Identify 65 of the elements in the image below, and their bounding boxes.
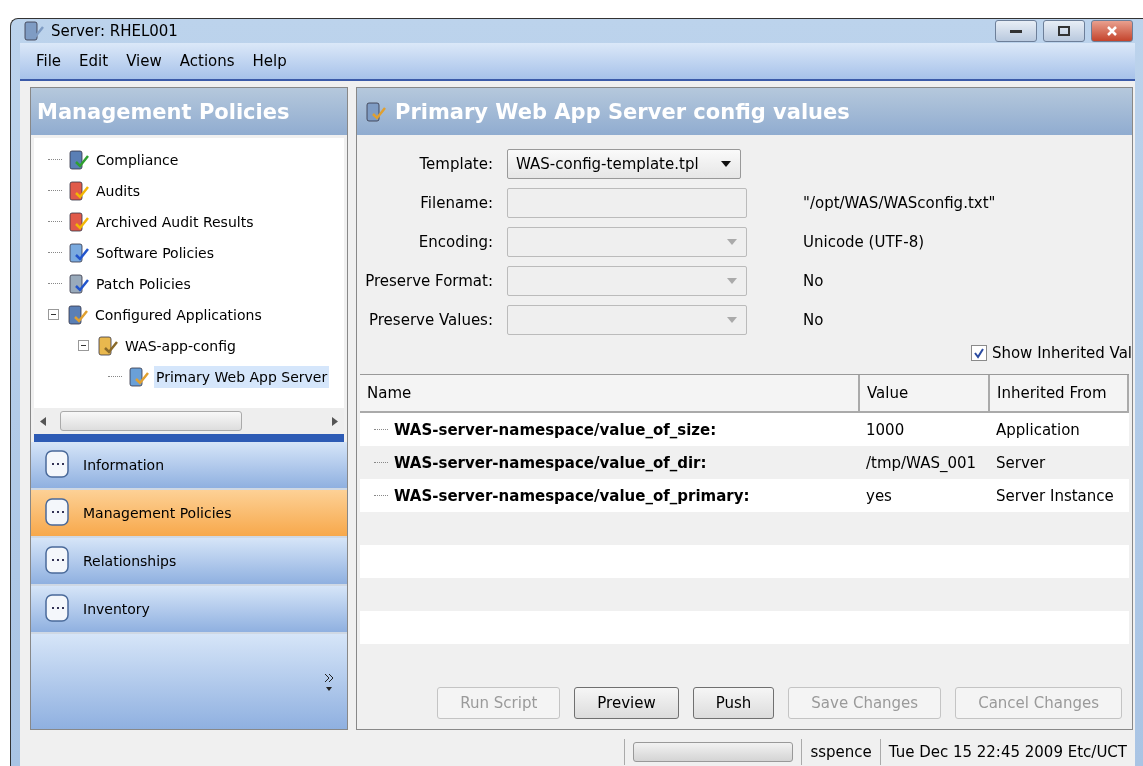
menu-item[interactable]: Actions xyxy=(173,50,241,72)
window-title: Server: RHEL001 xyxy=(51,22,179,40)
table-cell-text: yes xyxy=(865,485,893,507)
nav-button[interactable]: Management Policies xyxy=(31,490,347,538)
horizontal-scrollbar[interactable] xyxy=(34,408,344,434)
column-header[interactable]: Inherited From xyxy=(990,375,1129,411)
menu-item[interactable]: View xyxy=(120,50,168,72)
menu-item[interactable]: Help xyxy=(246,50,293,72)
dropdown-arrow-icon xyxy=(726,316,738,324)
field-value: No xyxy=(803,311,825,329)
dropdown-arrow-icon xyxy=(726,277,738,285)
field-label: Preserve Format: xyxy=(364,272,494,290)
table-cell-text: Server xyxy=(995,452,1047,474)
nav-button[interactable]: Inventory xyxy=(31,586,347,634)
tree-item[interactable]: Archived Audit Results xyxy=(94,210,256,233)
close-button[interactable] xyxy=(1091,20,1133,42)
menu-item[interactable]: File xyxy=(30,50,68,72)
nav-button[interactable]: Relationships xyxy=(31,538,347,586)
panel-header: Management Policies xyxy=(31,88,347,135)
tree-item[interactable]: WAS-app-config xyxy=(123,334,238,357)
collapse-toggle[interactable] xyxy=(78,340,89,351)
tree-item[interactable]: Configured Applications xyxy=(93,303,264,326)
status-datetime: Tue Dec 15 22:45 2009 Etc/UCT xyxy=(888,743,1127,761)
minimize-icon xyxy=(1009,28,1023,34)
field-value: "/opt/WAS/WASconfig.txt" xyxy=(803,194,997,212)
field-value: Unicode (UTF-8) xyxy=(803,233,926,251)
minimize-button[interactable] xyxy=(995,20,1037,42)
nav-button[interactable]: Information xyxy=(31,442,347,490)
table-cell-text: /tmp/WAS_001 xyxy=(865,452,978,474)
table-cell-text: 1000 xyxy=(865,419,906,441)
field-label: Preserve Values: xyxy=(368,311,494,329)
checkbox-label: Show Inherited Val xyxy=(991,344,1132,362)
right-arrow-icon[interactable] xyxy=(332,416,338,426)
dropdown-arrow-icon xyxy=(720,160,732,168)
maximize-icon xyxy=(1058,26,1070,36)
maximize-button[interactable] xyxy=(1043,20,1085,42)
left-arrow-icon[interactable] xyxy=(40,416,46,426)
table-cell-text: WAS-server-namespace/value_of_primary: xyxy=(393,486,750,505)
action-button[interactable]: Push xyxy=(692,687,775,719)
panel-header: Primary Web App Server config values xyxy=(357,88,1132,135)
table-cell-text: WAS-server-namespace/value_of_dir: xyxy=(393,453,707,472)
tree-item[interactable]: Compliance xyxy=(94,148,181,171)
dropdown-arrow-icon xyxy=(726,238,738,246)
tree-item[interactable]: Primary Web App Server xyxy=(154,365,330,388)
checkbox[interactable] xyxy=(970,345,987,361)
close-icon xyxy=(1106,25,1118,37)
field-label: Filename: xyxy=(419,194,494,212)
collapse-toggle[interactable] xyxy=(48,309,59,320)
table-cell-text: Application xyxy=(995,419,1081,441)
column-header[interactable]: Name xyxy=(360,375,860,411)
tree-item[interactable]: Audits xyxy=(94,179,142,202)
column-header[interactable]: Value xyxy=(860,375,990,411)
action-button[interactable]: Preview xyxy=(574,687,679,719)
field-label: Template: xyxy=(418,155,494,173)
table-cell-text: Server Instance xyxy=(995,485,1115,507)
tree-item[interactable]: Software Policies xyxy=(94,241,216,264)
splitter-handle[interactable] xyxy=(34,434,344,442)
status-user: sspence xyxy=(810,743,872,761)
chevrons-icon[interactable] xyxy=(323,671,335,692)
table-cell-text: WAS-server-namespace/value_of_size: xyxy=(393,420,717,439)
field-value: No xyxy=(803,272,825,290)
dropdown-field[interactable]: WAS-config-template.tpl xyxy=(507,149,741,179)
field-label: Encoding: xyxy=(417,233,494,251)
menu-item[interactable]: Edit xyxy=(73,50,115,72)
tree-item[interactable]: Patch Policies xyxy=(94,272,193,295)
